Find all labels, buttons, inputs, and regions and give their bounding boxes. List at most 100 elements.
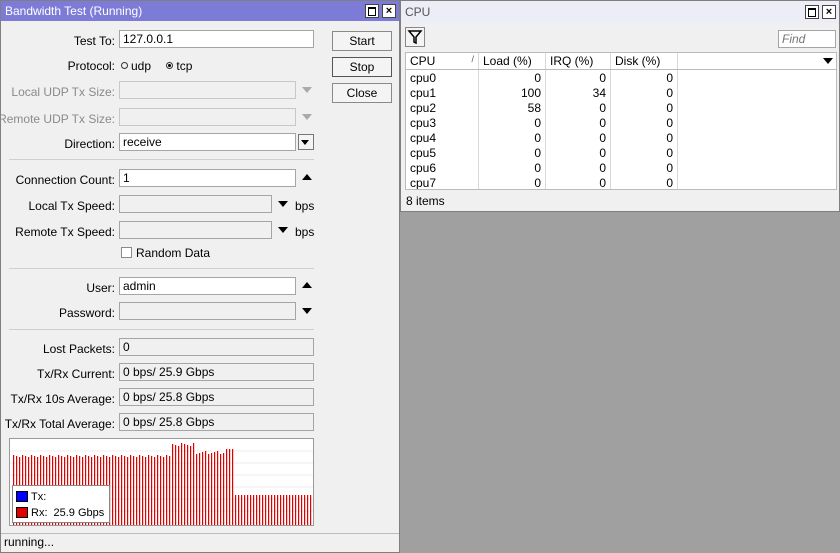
column-header-filler: [677, 53, 836, 70]
table-row[interactable]: cpu7 0 0 0: [406, 175, 836, 189]
column-header-irq[interactable]: IRQ (%): [545, 53, 611, 70]
start-button[interactable]: Start: [332, 31, 392, 51]
column-header-cpu[interactable]: CPU /: [406, 53, 479, 70]
cpu-cell: cpu1: [406, 85, 479, 100]
rx-bar: [283, 495, 285, 525]
avg10s-row: Tx/Rx 10s Average: 0 bps/ 25.8 Gbps: [1, 388, 321, 410]
table-row[interactable]: cpu6 0 0 0: [406, 160, 836, 175]
rx-bar: [193, 443, 195, 525]
avg10s-label: Tx/Rx 10s Average:: [10, 392, 116, 406]
rx-bar: [190, 446, 192, 525]
bandwidth-titlebar[interactable]: Bandwidth Test (Running) ×: [1, 1, 399, 21]
tcp-label: tcp: [176, 59, 193, 73]
cpu-cell: cpu6: [406, 160, 479, 175]
window-title: Bandwidth Test (Running): [5, 4, 143, 18]
rx-bar: [172, 444, 174, 525]
disk-cell: 0: [610, 175, 678, 189]
user-input[interactable]: admin: [119, 277, 296, 295]
rx-bar: [274, 495, 276, 525]
irq-cell: 0: [545, 175, 611, 189]
irq-cell: 0: [545, 115, 611, 130]
table-row[interactable]: cpu2 58 0 0: [406, 100, 836, 115]
connection-count-row: Connection Count: 1: [1, 169, 321, 191]
rx-bar: [169, 456, 171, 525]
lost-packets-label: Lost Packets:: [42, 342, 115, 356]
remote-udp-tx-size-input[interactable]: [119, 108, 296, 126]
dropdown-button[interactable]: [298, 134, 314, 150]
chevron-up-icon[interactable]: [302, 282, 312, 288]
tx-color-swatch: [16, 491, 28, 502]
current-label: Tx/Rx Current:: [36, 367, 115, 381]
chevron-down-icon[interactable]: [302, 87, 312, 93]
find-input[interactable]: [778, 30, 836, 48]
local-tx-speed-input[interactable]: [119, 195, 272, 213]
load-cell: 0: [478, 145, 546, 160]
divider: [9, 329, 314, 330]
chevron-up-icon[interactable]: [302, 174, 312, 180]
connection-count-label: Connection Count:: [15, 173, 115, 187]
rx-bar: [256, 495, 258, 525]
cpu-cell: cpu2: [406, 100, 479, 115]
remote-tx-speed-input[interactable]: [119, 221, 272, 239]
rx-bar: [277, 495, 279, 525]
test-to-input[interactable]: 127.0.0.1: [119, 30, 314, 48]
maximize-icon[interactable]: [805, 5, 819, 19]
password-input[interactable]: [119, 302, 296, 320]
cpu-window: CPU × CPU/ Load (%) IRQ (%) Disk (%): [400, 0, 840, 212]
protocol-radio-tcp[interactable]: tcp: [166, 59, 192, 73]
irq-cell: 0: [545, 160, 611, 175]
rx-bar: [238, 495, 240, 525]
column-header-load[interactable]: Load (%): [478, 53, 546, 70]
table-row[interactable]: cpu0 0 0 0: [406, 69, 836, 85]
random-data-checkbox[interactable]: [121, 247, 132, 258]
random-data-label: Random Data: [136, 246, 211, 260]
cpu-cell: cpu0: [406, 69, 479, 85]
close-icon[interactable]: ×: [382, 4, 396, 18]
rx-bar: [121, 455, 123, 525]
avg10s-value: 0 bps/ 25.8 Gbps: [119, 388, 314, 406]
connection-count-input[interactable]: 1: [119, 169, 296, 187]
test-to-row: Test To: 127.0.0.1: [1, 30, 321, 52]
chevron-down-icon[interactable]: [278, 227, 288, 233]
rx-bar: [160, 456, 162, 525]
local-udp-tx-size-input[interactable]: [119, 81, 296, 99]
rx-bar: [235, 495, 237, 525]
chevron-down-icon[interactable]: [302, 308, 312, 314]
tx-legend-label: Tx:: [31, 490, 47, 503]
column-menu-icon[interactable]: [823, 58, 833, 64]
stop-button[interactable]: Stop: [332, 57, 392, 77]
cpu-titlebar[interactable]: CPU ×: [401, 1, 839, 23]
filter-button[interactable]: [405, 27, 425, 47]
chevron-down-icon[interactable]: [302, 114, 312, 120]
close-button[interactable]: Close: [332, 83, 392, 103]
maximize-icon[interactable]: [365, 4, 379, 18]
load-cell: 0: [478, 130, 546, 145]
random-data-row: Random Data: [1, 243, 321, 265]
window-title: CPU: [405, 5, 431, 19]
chevron-down-icon[interactable]: [278, 201, 288, 207]
rx-bar: [196, 454, 198, 525]
table-row[interactable]: cpu4 0 0 0: [406, 130, 836, 145]
status-bar: running...: [1, 533, 399, 552]
rx-bar: [295, 495, 297, 525]
remote-tx-speed-row: Remote Tx Speed: bps: [1, 221, 321, 243]
rx-bar: [265, 495, 267, 525]
rx-bar: [232, 449, 234, 525]
rx-legend-value: 25.9 Gbps: [53, 506, 105, 519]
local-tx-speed-row: Local Tx Speed: bps: [1, 195, 321, 217]
table-row[interactable]: cpu1 100 34 0: [406, 85, 836, 100]
rx-bar: [307, 495, 309, 525]
remote-udp-tx-size-label: Remote UDP Tx Size:: [0, 112, 115, 126]
protocol-radio-udp[interactable]: udp: [121, 59, 151, 73]
filler-cell: [678, 85, 837, 100]
disk-cell: 0: [610, 85, 678, 100]
column-header-disk[interactable]: Disk (%): [610, 53, 678, 70]
load-cell: 0: [478, 69, 546, 85]
filler-cell: [678, 100, 837, 115]
close-icon[interactable]: ×: [822, 5, 836, 19]
direction-select[interactable]: receive: [119, 133, 296, 151]
disk-cell: 0: [610, 115, 678, 130]
table-row[interactable]: cpu5 0 0 0: [406, 145, 836, 160]
rx-bar: [289, 495, 291, 525]
table-row[interactable]: cpu3 0 0 0: [406, 115, 836, 130]
